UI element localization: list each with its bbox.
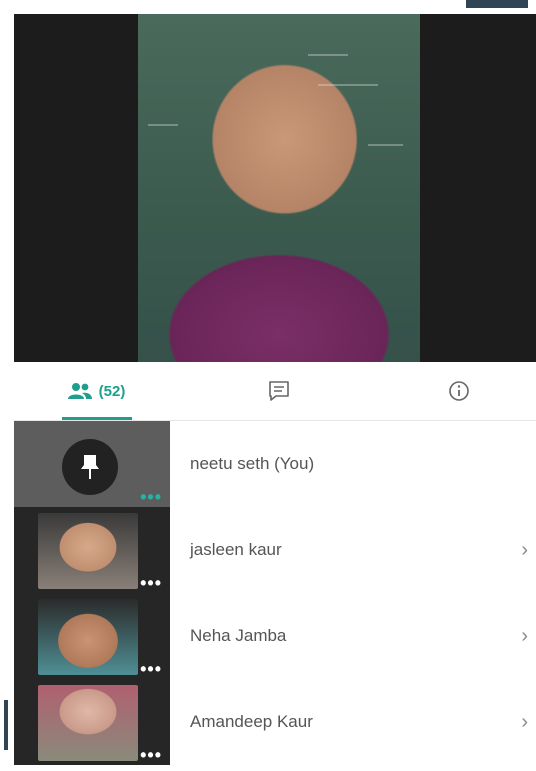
tab-participants[interactable]: (52) — [40, 362, 152, 420]
speaker-video — [138, 14, 420, 362]
edge-decoration — [4, 700, 8, 750]
tab-chat[interactable] — [254, 362, 304, 420]
participant-row[interactable]: ••• Amandeep Kaur › — [14, 679, 536, 765]
pin-button[interactable] — [62, 439, 118, 495]
tab-bar: (52) — [14, 362, 536, 420]
participant-row[interactable]: ••• Neha Jamba › — [14, 593, 536, 679]
participant-thumbnail: ••• — [14, 679, 170, 765]
participant-thumbnail: ••• — [14, 593, 170, 679]
more-options-icon[interactable]: ••• — [140, 574, 162, 592]
pin-icon — [81, 455, 99, 479]
participant-name: Neha Jamba — [190, 626, 287, 645]
chat-icon — [269, 381, 289, 401]
participants-count: (52) — [98, 382, 126, 400]
participant-video — [38, 599, 138, 675]
chevron-right-icon[interactable]: › — [521, 679, 528, 765]
board-mark — [148, 124, 178, 126]
participant-video — [38, 513, 138, 589]
participant-name: jasleen kaur — [190, 540, 282, 559]
participant-video — [38, 685, 138, 761]
more-options-icon[interactable]: ••• — [140, 746, 162, 764]
more-options-icon[interactable]: ••• — [140, 488, 162, 506]
participant-row[interactable]: ••• jasleen kaur › — [14, 507, 536, 593]
board-mark — [368, 144, 403, 146]
people-icon — [67, 383, 92, 399]
tab-info[interactable] — [434, 362, 484, 420]
participant-name: Amandeep Kaur — [190, 712, 313, 731]
participant-row-self[interactable]: ••• neetu seth (You) — [14, 421, 536, 507]
main-video-area[interactable] — [14, 14, 536, 362]
participant-name: neetu seth (You) — [190, 454, 315, 473]
chevron-right-icon[interactable]: › — [521, 593, 528, 679]
corner-decoration — [466, 0, 528, 8]
chevron-right-icon[interactable]: › — [521, 507, 528, 593]
info-icon — [449, 381, 469, 401]
participant-thumbnail: ••• — [14, 507, 170, 593]
more-options-icon[interactable]: ••• — [140, 660, 162, 678]
participant-thumbnail: ••• — [14, 421, 170, 507]
participant-list: ••• neetu seth (You) ••• jasleen kaur › … — [14, 421, 536, 771]
board-mark — [308, 54, 348, 56]
board-mark — [318, 84, 378, 86]
